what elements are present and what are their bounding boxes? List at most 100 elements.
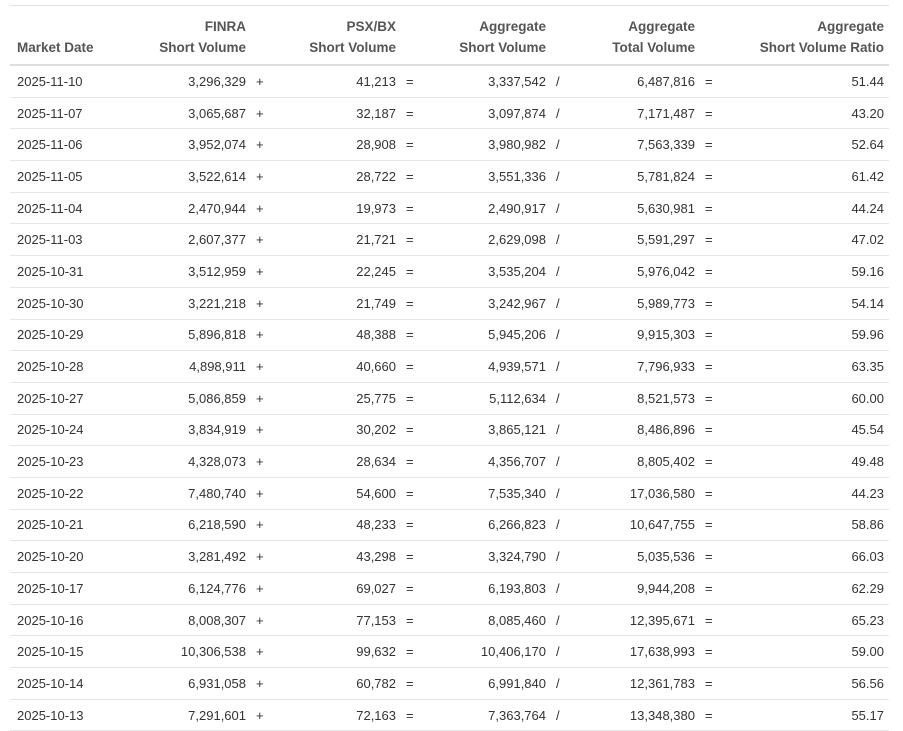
- header-psx-short-volume[interactable]: PSX/BX Short Volume: [280, 5, 396, 66]
- cell-market-date: 2025-11-05: [10, 160, 130, 193]
- cell-psx-short-volume: 40,660: [280, 350, 396, 383]
- header-short-volume-ratio[interactable]: Aggregate Short Volume Ratio: [729, 5, 889, 66]
- operator-equals: =: [396, 509, 430, 542]
- cell-psx-short-volume: 99,632: [280, 635, 396, 669]
- operator-divide: /: [546, 667, 580, 700]
- cell-market-date: 2025-10-14: [10, 667, 130, 700]
- cell-aggregate-total-volume: 5,591,297: [580, 223, 695, 257]
- header-spacer: [546, 5, 580, 66]
- operator-divide: /: [546, 414, 580, 447]
- cell-aggregate-total-volume: 8,521,573: [580, 382, 695, 415]
- cell-psx-short-volume: 32,187: [280, 97, 396, 130]
- cell-market-date: 2025-11-07: [10, 97, 130, 130]
- operator-divide: /: [546, 287, 580, 320]
- cell-aggregate-short-volume: 2,629,098: [430, 223, 546, 257]
- operator-equals: =: [396, 572, 430, 605]
- operator-equals: =: [695, 699, 729, 731]
- cell-short-volume-ratio: 61.42: [729, 160, 889, 193]
- operator-plus: +: [246, 540, 280, 573]
- cell-short-volume-ratio: 66.03: [729, 540, 889, 573]
- operator-divide: /: [546, 160, 580, 193]
- cell-psx-short-volume: 21,749: [280, 287, 396, 320]
- cell-aggregate-total-volume: 7,563,339: [580, 128, 695, 162]
- table-row: 2025-10-20 3,281,492 +43,298 = 3,324,790/5,0…: [10, 540, 889, 573]
- cell-psx-short-volume: 48,388: [280, 319, 396, 352]
- header-ratio-line2: Short Volume Ratio: [759, 40, 884, 55]
- operator-divide: /: [546, 350, 580, 383]
- cell-aggregate-total-volume: 17,036,580: [580, 477, 695, 510]
- cell-finra-short-volume: 6,218,590: [130, 509, 246, 542]
- cell-psx-short-volume: 60,782: [280, 667, 396, 700]
- operator-equals: =: [396, 160, 430, 193]
- cell-short-volume-ratio: 59.96: [729, 319, 889, 352]
- header-finra-short-volume[interactable]: FINRA Short Volume: [130, 5, 246, 66]
- cell-psx-short-volume: 41,213: [280, 65, 396, 98]
- cell-short-volume-ratio: 47.02: [729, 223, 889, 257]
- cell-short-volume-ratio: 58.86: [729, 509, 889, 542]
- operator-equals: =: [695, 319, 729, 352]
- cell-finra-short-volume: 3,221,218: [130, 287, 246, 320]
- table-row: 2025-11-05 3,522,614 +28,722 = 3,551,336/5,7…: [10, 160, 889, 193]
- header-aggregate-short-volume[interactable]: Aggregate Short Volume: [430, 5, 546, 66]
- header-row: Market Date FINRA Short Volume PSX/BX Sh…: [10, 5, 889, 66]
- operator-equals: =: [396, 667, 430, 700]
- cell-short-volume-ratio: 56.56: [729, 667, 889, 700]
- operator-equals: =: [396, 350, 430, 383]
- cell-finra-short-volume: 3,522,614: [130, 160, 246, 193]
- cell-psx-short-volume: 72,163: [280, 699, 396, 731]
- operator-equals: =: [396, 128, 430, 162]
- cell-aggregate-short-volume: 4,356,707: [430, 445, 546, 478]
- operator-equals: =: [695, 572, 729, 605]
- cell-market-date: 2025-11-03: [10, 223, 130, 257]
- operator-plus: +: [246, 65, 280, 98]
- operator-equals: =: [695, 445, 729, 478]
- cell-aggregate-total-volume: 5,976,042: [580, 255, 695, 288]
- operator-equals: =: [695, 160, 729, 193]
- cell-short-volume-ratio: 62.29: [729, 572, 889, 605]
- cell-psx-short-volume: 48,233: [280, 509, 396, 542]
- operator-divide: /: [546, 572, 580, 605]
- table-row: 2025-10-15 10,306,538 +99,632 = 10,406,170/1…: [10, 635, 889, 669]
- operator-plus: +: [246, 477, 280, 510]
- cell-market-date: 2025-10-22: [10, 477, 130, 510]
- short-volume-table-container: Market Date FINRA Short Volume PSX/BX Sh…: [10, 5, 889, 731]
- cell-market-date: 2025-10-21: [10, 509, 130, 542]
- operator-equals: =: [695, 287, 729, 320]
- header-psx-line2: Short Volume: [309, 40, 396, 55]
- cell-market-date: 2025-10-17: [10, 572, 130, 605]
- cell-aggregate-short-volume: 3,097,874: [430, 97, 546, 130]
- operator-divide: /: [546, 382, 580, 415]
- operator-equals: =: [396, 287, 430, 320]
- header-ratio-line1: Aggregate: [817, 19, 884, 34]
- operator-equals: =: [695, 667, 729, 700]
- operator-equals: =: [695, 192, 729, 225]
- table-row: 2025-10-21 6,218,590 +48,233 = 6,266,823/10,…: [10, 509, 889, 542]
- operator-equals: =: [396, 635, 430, 669]
- operator-plus: +: [246, 255, 280, 288]
- operator-equals: =: [695, 65, 729, 98]
- cell-finra-short-volume: 10,306,538: [130, 635, 246, 669]
- cell-finra-short-volume: 2,470,944: [130, 192, 246, 225]
- header-aggregate-total-volume[interactable]: Aggregate Total Volume: [580, 5, 695, 66]
- cell-aggregate-short-volume: 8,085,460: [430, 604, 546, 637]
- header-market-date[interactable]: Market Date: [10, 5, 130, 66]
- cell-aggregate-total-volume: 5,630,981: [580, 192, 695, 225]
- cell-market-date: 2025-10-29: [10, 319, 130, 352]
- table-row: 2025-11-10 3,296,329 +41,213 = 3,337,542/6,4…: [10, 65, 889, 98]
- operator-plus: +: [246, 128, 280, 162]
- operator-divide: /: [546, 192, 580, 225]
- cell-market-date: 2025-10-15: [10, 635, 130, 669]
- operator-plus: +: [246, 604, 280, 637]
- cell-short-volume-ratio: 65.23: [729, 604, 889, 637]
- cell-finra-short-volume: 6,124,776: [130, 572, 246, 605]
- table-row: 2025-10-16 8,008,307 +77,153 = 8,085,460/12,…: [10, 604, 889, 637]
- table-row: 2025-10-23 4,328,073 +28,634 = 4,356,707/8,8…: [10, 445, 889, 478]
- header-agg-total-line2: Total Volume: [612, 40, 695, 55]
- operator-plus: +: [246, 699, 280, 731]
- cell-finra-short-volume: 3,834,919: [130, 414, 246, 447]
- cell-aggregate-short-volume: 5,112,634: [430, 382, 546, 415]
- table-row: 2025-10-24 3,834,919 +30,202 = 3,865,121/8,4…: [10, 414, 889, 447]
- cell-market-date: 2025-11-10: [10, 65, 130, 98]
- operator-equals: =: [396, 223, 430, 257]
- cell-finra-short-volume: 5,896,818: [130, 319, 246, 352]
